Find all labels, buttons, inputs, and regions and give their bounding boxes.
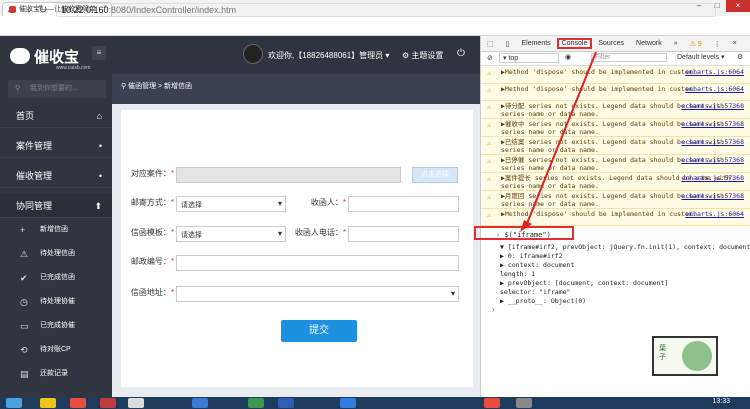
- annotation-arrows: [520, 51, 597, 232]
- arrow-line-console: [525, 51, 597, 227]
- taskbar-excel-icon[interactable]: [248, 398, 264, 408]
- stamp-text: 葉子: [659, 345, 666, 361]
- taskbar-app-icon[interactable]: [340, 398, 356, 408]
- taskbar-app-icon[interactable]: [192, 398, 208, 408]
- taskbar-clock: 13:33: [712, 398, 730, 405]
- taskbar-app-icon[interactable]: [128, 398, 144, 408]
- watermark-stamp: 葉子: [652, 336, 718, 376]
- taskbar-chrome-icon[interactable]: [484, 398, 500, 408]
- succulent-image: [682, 341, 712, 371]
- windows-taskbar: 13:33: [0, 397, 750, 409]
- taskbar-word-icon[interactable]: [278, 398, 294, 408]
- taskbar-app-icon[interactable]: [100, 398, 116, 408]
- start-icon[interactable]: [6, 398, 22, 408]
- taskbar-app-icon[interactable]: [70, 398, 86, 408]
- taskbar-folder-icon[interactable]: [40, 398, 56, 408]
- taskbar-app-icon[interactable]: [516, 398, 532, 408]
- arrow-head: [520, 220, 532, 232]
